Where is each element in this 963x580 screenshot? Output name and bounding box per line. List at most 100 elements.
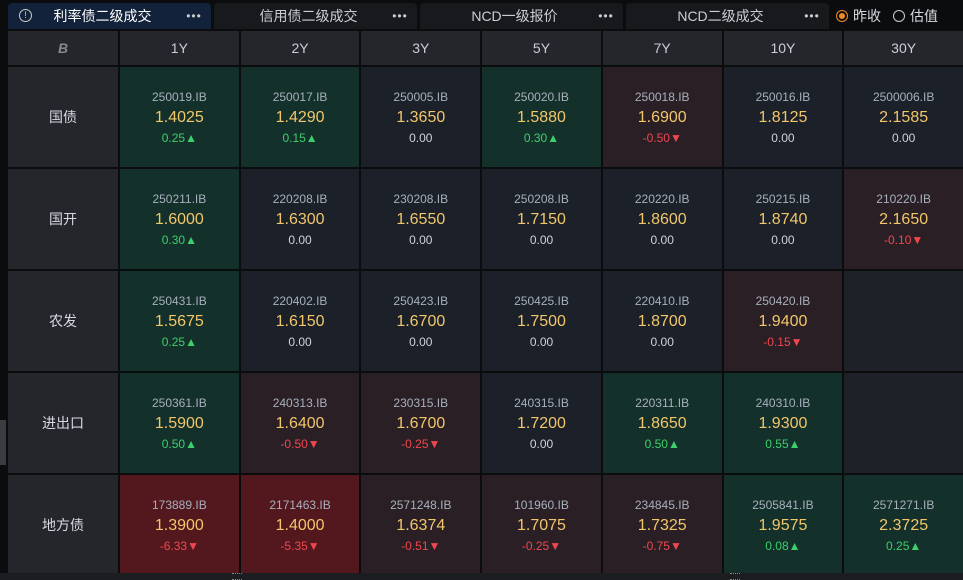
yield-value: 1.8600 bbox=[637, 210, 687, 228]
info-icon[interactable]: ! bbox=[19, 9, 32, 22]
change-value: 0.00 bbox=[529, 436, 554, 451]
yield-change: 0.50▲ bbox=[645, 437, 680, 451]
arrow-down-icon: ▼ bbox=[307, 436, 320, 451]
change-value: 0.00 bbox=[529, 232, 554, 247]
side-collapse-handle[interactable] bbox=[0, 420, 6, 465]
bond-code: 220402.IB bbox=[272, 293, 328, 308]
column-header-7Y[interactable]: 7Y bbox=[602, 31, 722, 65]
column-header-2Y[interactable]: 2Y bbox=[240, 31, 360, 65]
bond-code: 234845.IB bbox=[634, 497, 690, 512]
yield-value: 1.5900 bbox=[154, 414, 204, 432]
quote-cell[interactable]: 250423.IB 1.6700 0.00 bbox=[361, 271, 481, 371]
yield-change: -0.51▼ bbox=[401, 539, 440, 553]
tab-3[interactable]: NCD一级报价 ••• bbox=[420, 3, 623, 29]
yield-change: -0.15▼ bbox=[763, 335, 802, 349]
change-value: 0.30 bbox=[161, 232, 186, 247]
quote-cell[interactable]: 250215.IB 1.8740 0.00 bbox=[723, 169, 843, 269]
yield-change: 0.00 bbox=[651, 233, 674, 247]
more-options-icon[interactable]: ••• bbox=[795, 9, 829, 23]
column-header-1Y[interactable]: 1Y bbox=[120, 31, 239, 65]
more-options-icon[interactable]: ••• bbox=[589, 9, 623, 23]
quote-cell[interactable]: 250020.IB 1.5880 0.30▲ bbox=[482, 67, 601, 167]
quote-cell[interactable]: 240313.IB 1.6400 -0.50▼ bbox=[240, 373, 360, 473]
column-header-10Y[interactable]: 10Y bbox=[723, 31, 843, 65]
quote-cell[interactable]: 173889.IB 1.3900 -6.33▼ bbox=[120, 475, 239, 575]
quote-cell[interactable]: 2571271.IB 2.3725 0.25▲ bbox=[844, 475, 963, 575]
resize-grip[interactable] bbox=[730, 573, 740, 580]
quote-cell[interactable]: 101960.IB 1.7075 -0.25▼ bbox=[482, 475, 601, 575]
arrow-down-icon: ▼ bbox=[549, 538, 562, 553]
quote-cell[interactable]: 220402.IB 1.6150 0.00 bbox=[240, 271, 360, 371]
quote-cell[interactable]: 250425.IB 1.7500 0.00 bbox=[482, 271, 601, 371]
quote-cell[interactable]: 250017.IB 1.4290 0.15▲ bbox=[240, 67, 360, 167]
bond-code: 240315.IB bbox=[514, 395, 569, 410]
yield-change: 0.50▲ bbox=[162, 437, 197, 451]
change-value: -0.15 bbox=[763, 334, 791, 349]
quote-cell[interactable]: 220208.IB 1.6300 0.00 bbox=[240, 169, 360, 269]
quote-cell[interactable]: 234845.IB 1.7325 -0.75▼ bbox=[602, 475, 722, 575]
quote-cell[interactable]: 240310.IB 1.9300 0.55▲ bbox=[723, 373, 843, 473]
change-value: 0.00 bbox=[288, 334, 312, 349]
resize-grip[interactable] bbox=[232, 573, 242, 580]
quote-cell[interactable]: 250019.IB 1.4025 0.25▲ bbox=[120, 67, 239, 167]
quote-cell[interactable]: 210220.IB 2.1650 -0.10▼ bbox=[844, 169, 963, 269]
arrow-down-icon: ▼ bbox=[307, 538, 320, 553]
bond-code: 2571271.IB bbox=[872, 497, 935, 512]
quote-cell[interactable]: 2500006.IB 2.1585 0.00 bbox=[844, 67, 963, 167]
quote-cell[interactable]: 250420.IB 1.9400 -0.15▼ bbox=[723, 271, 843, 371]
quote-cell[interactable]: 250016.IB 1.8125 0.00 bbox=[723, 67, 843, 167]
yield-value: 1.6700 bbox=[396, 414, 446, 432]
more-options-icon[interactable]: ••• bbox=[177, 9, 211, 23]
yield-change: -6.33▼ bbox=[160, 539, 199, 553]
change-value: -6.33 bbox=[159, 538, 188, 553]
change-value: -0.50 bbox=[642, 130, 670, 145]
yield-change: 0.30▲ bbox=[524, 131, 559, 145]
tab-2[interactable]: 信用债二级成交 ••• bbox=[214, 3, 417, 29]
yield-change: 0.00 bbox=[409, 233, 432, 247]
bond-code: 250425.IB bbox=[514, 293, 569, 308]
tab-4[interactable]: NCD二级成交 ••• bbox=[626, 3, 829, 29]
column-header-3Y[interactable]: 3Y bbox=[361, 31, 481, 65]
column-header-30Y[interactable]: 30Y bbox=[844, 31, 963, 65]
quote-cell[interactable]: 220311.IB 1.8650 0.50▲ bbox=[602, 373, 722, 473]
bottom-scrollbar[interactable] bbox=[0, 573, 963, 580]
tab-1[interactable]: ! 利率债二级成交 ••• bbox=[8, 3, 211, 29]
more-options-icon[interactable]: ••• bbox=[383, 9, 417, 23]
quote-cell[interactable]: 2171463.IB 1.4000 -5.35▼ bbox=[240, 475, 360, 575]
quote-cell[interactable]: 2505841.IB 1.9575 0.08▲ bbox=[723, 475, 843, 575]
quote-cell[interactable]: 250018.IB 1.6900 -0.50▼ bbox=[602, 67, 722, 167]
quote-cell[interactable]: 230208.IB 1.6550 0.00 bbox=[361, 169, 481, 269]
quote-cell[interactable]: 250208.IB 1.7150 0.00 bbox=[482, 169, 601, 269]
arrow-up-icon: ▲ bbox=[185, 130, 197, 145]
bond-code: 230208.IB bbox=[393, 191, 449, 206]
yield-change: 0.25▲ bbox=[886, 539, 921, 553]
radio-option-2[interactable]: 估值 bbox=[893, 6, 938, 26]
quote-cell[interactable]: 240315.IB 1.7200 0.00 bbox=[482, 373, 601, 473]
yield-value: 1.6700 bbox=[396, 312, 446, 330]
quote-cell[interactable]: 2571248.IB 1.6374 -0.51▼ bbox=[361, 475, 481, 575]
quote-cell[interactable]: 220220.IB 1.8600 0.00 bbox=[602, 169, 722, 269]
bond-code: 173889.IB bbox=[151, 497, 207, 512]
quote-cell[interactable]: 230315.IB 1.6700 -0.25▼ bbox=[361, 373, 481, 473]
change-value: -0.51 bbox=[401, 538, 429, 553]
yield-value: 1.6300 bbox=[275, 210, 325, 228]
yield-value: 1.6900 bbox=[637, 108, 687, 126]
radio-button-icon[interactable] bbox=[893, 10, 905, 22]
yield-matrix: B 1Y 2Y 3Y 5Y 7Y 10Y 30Y 国债 250019.IB 1.4025 0.25▲ 2… bbox=[8, 31, 963, 575]
radio-button-icon[interactable] bbox=[836, 10, 848, 22]
change-value: 0.00 bbox=[529, 334, 554, 349]
yield-change: -0.50▼ bbox=[280, 437, 319, 451]
quote-cell[interactable]: 250361.IB 1.5900 0.50▲ bbox=[120, 373, 239, 473]
yield-value: 1.6150 bbox=[275, 312, 325, 330]
radio-option-1[interactable]: 昨收 bbox=[836, 6, 881, 26]
quote-cell[interactable]: 220410.IB 1.8700 0.00 bbox=[602, 271, 722, 371]
quote-cell[interactable]: 250005.IB 1.3650 0.00 bbox=[361, 67, 481, 167]
bond-code: 220208.IB bbox=[272, 191, 328, 206]
column-header-5Y[interactable]: 5Y bbox=[482, 31, 601, 65]
yield-change: 0.00 bbox=[892, 131, 915, 145]
quote-cell[interactable]: 250211.IB 1.6000 0.30▲ bbox=[120, 169, 239, 269]
yield-value: 1.4025 bbox=[154, 108, 204, 126]
change-value: -0.10 bbox=[884, 232, 912, 247]
quote-cell[interactable]: 250431.IB 1.5675 0.25▲ bbox=[120, 271, 239, 371]
yield-value: 1.7325 bbox=[637, 516, 687, 534]
